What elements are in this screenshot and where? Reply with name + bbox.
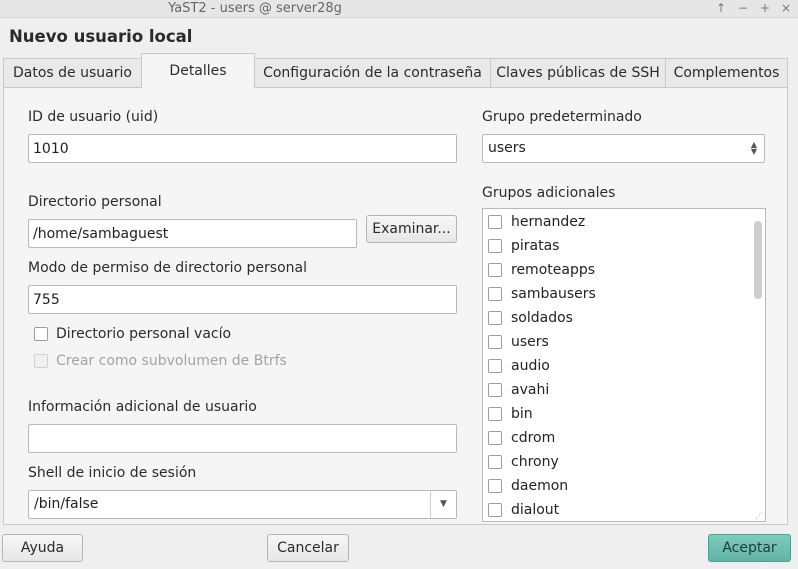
group-name: cdrom [511,430,556,446]
group-checkbox[interactable] [488,263,502,277]
btrfs-label: Crear como subvolumen de Btrfs [56,353,287,369]
maximize-icon[interactable]: + [758,0,772,17]
group-checkbox[interactable] [488,287,502,301]
permission-mode-label: Modo de permiso de directorio personal [28,260,308,276]
browse-button[interactable]: Examinar... [366,215,457,243]
chevron-down-icon[interactable]: ▼ [430,491,456,518]
close-icon[interactable]: × [779,0,793,17]
updown-arrows-icon: ▲ ▼ [750,140,758,156]
uid-input[interactable] [28,134,457,163]
tab-user-data[interactable]: Datos de usuario [3,58,142,88]
group-checkbox[interactable] [488,383,502,397]
group-name: dialout [511,502,560,518]
home-directory-input[interactable] [28,219,357,248]
group-name: remoteapps [511,262,596,278]
home-directory-label: Directorio personal [28,194,162,210]
scrollbar-thumb[interactable] [754,221,762,299]
group-checkbox[interactable] [488,239,502,253]
help-button[interactable]: Ayuda [2,534,83,562]
page-title: Nuevo usuario local [9,27,193,46]
group-name: piratas [511,238,560,254]
btrfs-checkbox [34,354,48,368]
groups-scrollbar[interactable] [753,211,763,519]
resize-grip-icon: ⋰ [755,511,763,520]
group-checkbox[interactable] [488,335,502,349]
group-checkbox[interactable] [488,359,502,373]
permission-mode-input[interactable] [28,285,457,314]
additional-info-label: Información adicional de usuario [28,399,257,415]
keep-above-icon[interactable]: ↑ [714,0,728,17]
uid-label: ID de usuario (uid) [28,109,159,125]
minimize-icon[interactable]: − [736,0,750,17]
login-shell-value: /bin/false [34,496,99,512]
group-checkbox[interactable] [488,431,502,445]
tab-details[interactable]: Detalles [141,53,255,88]
group-name: avahi [511,382,550,398]
group-checkbox[interactable] [488,311,502,325]
login-shell-combobox[interactable]: /bin/false ▼ [28,490,457,519]
empty-home-label: Directorio personal vacío [56,326,232,342]
default-group-value: users [488,140,526,156]
group-checkbox[interactable] [488,503,502,517]
group-name: soldados [511,310,573,326]
group-name: sambausers [511,286,596,302]
title-bar: YaST2 - users @ server28g ↑ − + × [0,0,798,18]
group-name: chrony [511,454,559,470]
group-name: audio [511,358,550,374]
default-group-select[interactable]: users ▲ ▼ [482,134,765,163]
tab-ssh-keys[interactable]: Claves públicas de SSH [490,58,666,88]
default-group-label: Grupo predeterminado [482,109,642,125]
group-name: users [511,334,549,350]
group-checkbox[interactable] [488,215,502,229]
accept-button[interactable]: Aceptar [708,534,791,562]
empty-home-checkbox[interactable] [34,327,48,341]
group-checkbox[interactable] [488,455,502,469]
tab-plugins[interactable]: Complementos [665,58,788,88]
group-checkbox[interactable] [488,479,502,493]
group-checkbox[interactable] [488,407,502,421]
group-name: bin [511,406,533,422]
login-shell-label: Shell de inicio de sesión [28,465,197,481]
additional-groups-list[interactable]: hernandez piratas remoteapps sambausers … [482,208,766,522]
group-name: hernandez [511,214,586,230]
tab-password-settings[interactable]: Configuración de la contraseña [254,58,491,88]
group-name: daemon [511,478,569,494]
additional-info-input[interactable] [28,424,457,453]
window-title: YaST2 - users @ server28g [168,1,342,16]
cancel-button[interactable]: Cancelar [267,534,349,562]
additional-groups-label: Grupos adicionales [482,185,616,201]
